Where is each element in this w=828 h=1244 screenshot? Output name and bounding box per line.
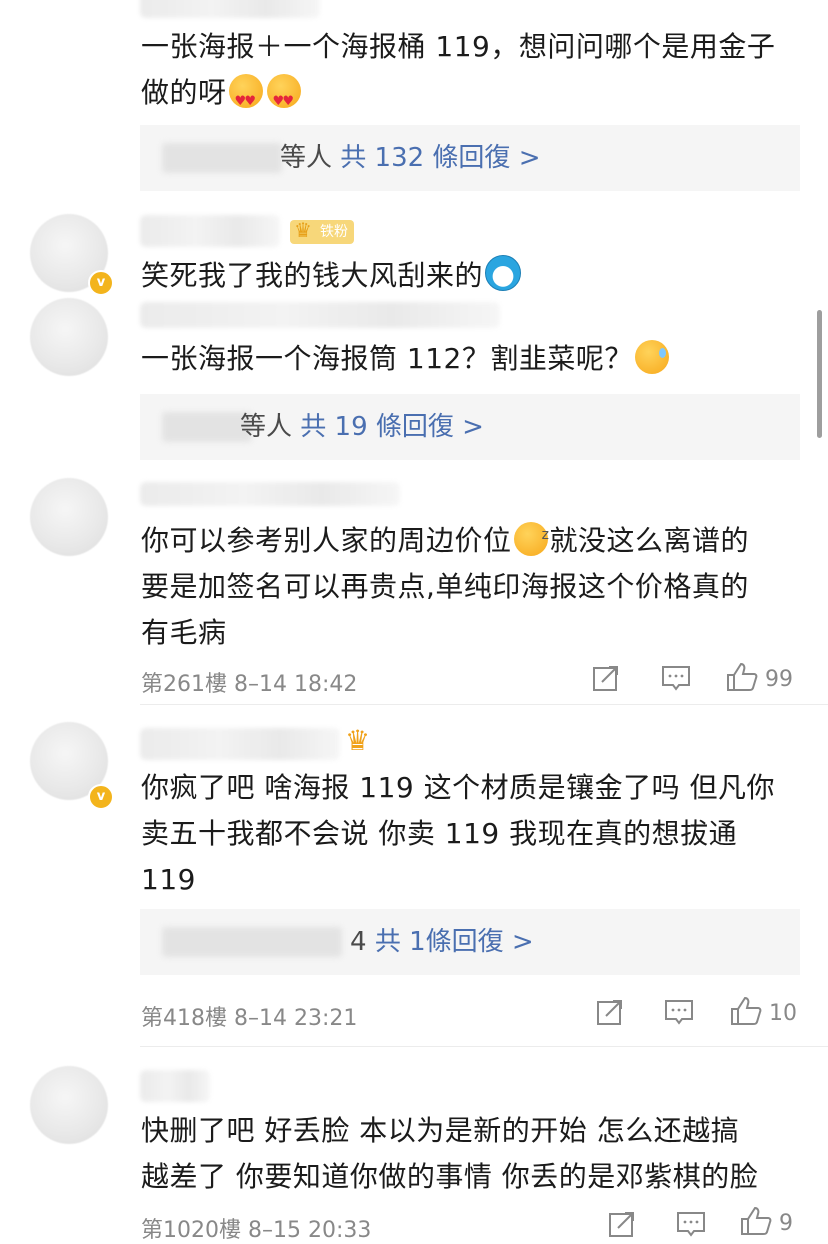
- comment-text: 笑死我了我的钱大风刮来的: [141, 253, 523, 299]
- floor-number: 第261樓: [141, 672, 227, 697]
- thumbs-up-icon: [740, 1206, 772, 1236]
- username-blurred[interactable]: [140, 302, 500, 328]
- reply-count-link[interactable]: 共 132 條回復 >: [340, 143, 540, 173]
- avatar[interactable]: [30, 1066, 108, 1144]
- reply-suffix: 等人: [280, 143, 333, 173]
- username-blurred[interactable]: [140, 1070, 210, 1102]
- comment-meta: 第261樓 8–14 18:42: [141, 666, 357, 698]
- fan-badge: 铁粉: [290, 218, 354, 244]
- like-count: 10: [769, 1001, 797, 1026]
- reply-suffix: 等人: [240, 412, 293, 442]
- reply-summary[interactable]: 等人 共 132 條回復 >: [140, 125, 800, 191]
- username-blurred[interactable]: [140, 215, 280, 247]
- divider: [140, 1046, 828, 1047]
- scrollbar[interactable]: [817, 310, 822, 438]
- doraemon-emoji-icon: [485, 255, 522, 291]
- verified-badge-icon: v: [88, 270, 114, 296]
- avatar[interactable]: [30, 478, 108, 556]
- comment-text: 一张海报一个海报筒 112？割韭菜呢？: [141, 336, 671, 382]
- heart-eyes-emoji-icon: [228, 74, 263, 125]
- share-icon[interactable]: [592, 664, 620, 692]
- reply-user-blurred: [162, 143, 282, 173]
- comment-text: 一张海报＋一个海报桶 119，想问问哪个是用金子 做的呀: [141, 24, 775, 125]
- floor-number: 第1020樓: [141, 1218, 241, 1243]
- sleepy-emoji-icon: [513, 512, 550, 558]
- timestamp: 8–14 23:21: [234, 1006, 358, 1031]
- comment-icon[interactable]: [664, 998, 694, 1026]
- verified-badge-icon: v: [88, 784, 114, 810]
- like-count: 99: [765, 667, 793, 692]
- reply-suffix: 4: [350, 927, 367, 957]
- thumbs-up-icon: [730, 996, 762, 1026]
- comment-meta: 第1020樓 8–15 20:33: [141, 1212, 371, 1244]
- like-button[interactable]: 10: [730, 996, 797, 1026]
- timestamp: 8–15 20:33: [248, 1218, 372, 1243]
- like-count: 9: [779, 1211, 793, 1236]
- username-blurred[interactable]: [140, 482, 400, 506]
- like-button[interactable]: 99: [726, 662, 793, 692]
- reply-user-blurred: [162, 927, 342, 957]
- like-button[interactable]: 9: [740, 1206, 793, 1236]
- timestamp: 8–14 18:42: [234, 672, 358, 697]
- heart-eyes-emoji-icon: [266, 74, 301, 125]
- username-blurred[interactable]: [140, 728, 340, 760]
- divider: [140, 704, 828, 705]
- comment-text: 你可以参考别人家的周边价位就没这么离谱的 要是加签名可以再贵点,单纯印海报这个价…: [141, 512, 749, 656]
- crown-icon: ♛: [345, 724, 371, 757]
- reply-user-blurred: [162, 412, 252, 442]
- comment-text: 快删了吧 好丢脸 本以为是新的开始 怎么还越搞 越差了 你要知道你做的事情 你丢…: [141, 1114, 759, 1193]
- reply-summary[interactable]: 等人 共 19 條回復 >: [140, 394, 800, 460]
- username-blurred[interactable]: [140, 0, 320, 18]
- comment-meta: 第418樓 8–14 23:21: [141, 1000, 357, 1032]
- comment-icon[interactable]: [661, 664, 691, 692]
- thumbs-up-icon: [726, 662, 758, 692]
- comment-text: 你疯了吧 啥海报 119 这个材质是镶金了吗 但凡你 卖五十我都不会说 你卖 1…: [141, 771, 776, 896]
- sweat-emoji-icon: [634, 340, 669, 374]
- share-icon[interactable]: [608, 1210, 636, 1238]
- share-icon[interactable]: [596, 998, 624, 1026]
- comment-icon[interactable]: [676, 1210, 706, 1238]
- reply-count-link[interactable]: 共 19 條回復 >: [300, 412, 484, 442]
- avatar[interactable]: [30, 298, 108, 376]
- reply-count-link[interactable]: 共 1條回復 >: [375, 927, 534, 957]
- reply-summary[interactable]: 4 共 1條回復 >: [140, 909, 800, 975]
- floor-number: 第418樓: [141, 1006, 227, 1031]
